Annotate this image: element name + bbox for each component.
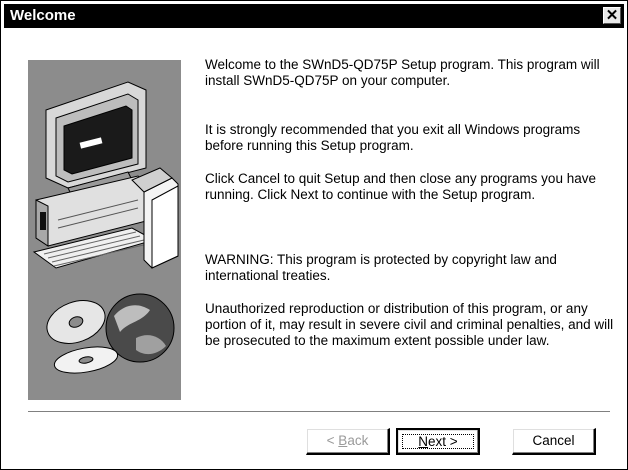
penalties-paragraph: Unauthorized reproduction or distributio… — [205, 301, 614, 348]
computer-setup-illustration — [32, 81, 179, 374]
next-rest: ext > — [428, 434, 458, 449]
copyright-warning-paragraph: WARNING: This program is protected by co… — [205, 252, 557, 283]
close-button[interactable]: ✕ — [603, 7, 621, 24]
back-button[interactable]: < Back — [306, 428, 390, 455]
setup-dialog: Welcome ✕ Welcome to the SWnD5-QD75P Set… — [0, 0, 628, 470]
next-mnemonic: N — [418, 434, 429, 449]
exit-programs-paragraph: It is strongly recommended that you exit… — [205, 122, 581, 153]
next-button[interactable]: Next > — [396, 428, 480, 455]
cancel-button[interactable]: Cancel — [512, 428, 596, 455]
back-prefix: < — [326, 433, 339, 448]
window-title: Welcome — [10, 7, 76, 24]
back-mnemonic: B — [338, 433, 348, 448]
close-icon: ✕ — [605, 7, 619, 24]
welcome-paragraph: Welcome to the SWnD5-QD75P Setup program… — [205, 57, 600, 88]
instructions-paragraph: Click Cancel to quit Setup and then clos… — [205, 171, 596, 202]
next-button-label: Next > — [418, 434, 457, 449]
setup-illustration-panel — [28, 60, 181, 400]
cancel-button-label: Cancel — [532, 433, 575, 448]
back-button-label: < Back — [327, 433, 369, 448]
title-bar: Welcome ✕ — [4, 4, 624, 28]
back-rest: ack — [347, 433, 369, 448]
button-separator — [28, 411, 610, 413]
